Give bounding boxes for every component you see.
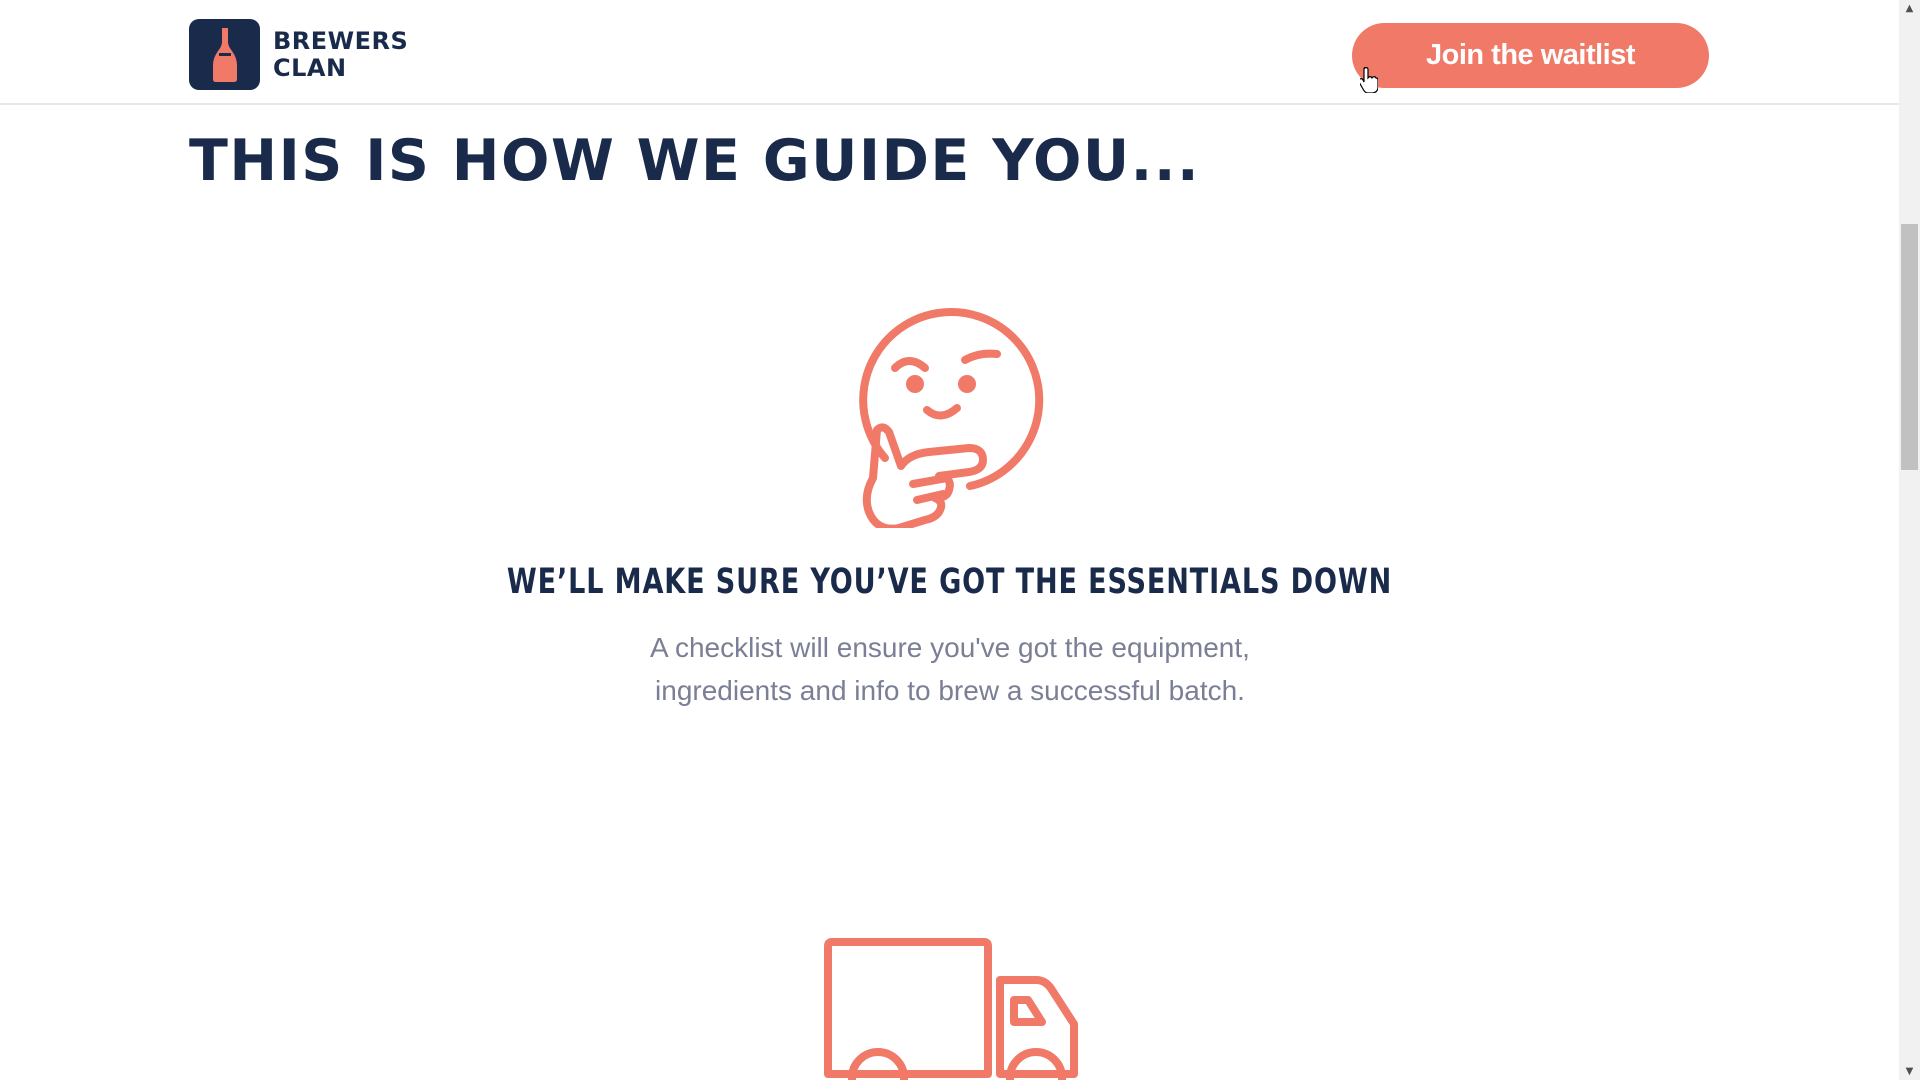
scroll-up-arrow-icon[interactable]: ▲	[1899, 0, 1920, 17]
section-title: THIS IS HOW WE GUIDE YOU...	[189, 128, 1201, 194]
page: BREWERS CLAN Join the waitlist THIS IS H…	[0, 0, 1920, 1080]
feature-heading: WE’LL MAKE SURE YOU’VE GOT THE ESSENTIAL…	[506, 562, 1393, 602]
feature-description: A checklist will ensure you've got the e…	[560, 626, 1340, 712]
feature-description-line1: A checklist will ensure you've got the e…	[650, 632, 1250, 663]
bottle-logo-icon	[189, 19, 260, 90]
hand-cursor-icon	[1360, 67, 1378, 93]
brand-name-line1: BREWERS	[273, 26, 409, 55]
feature-description-line2: ingredients and info to brew a successfu…	[655, 675, 1245, 706]
join-waitlist-button[interactable]: Join the waitlist	[1352, 23, 1709, 88]
scrollbar-thumb[interactable]	[1901, 224, 1918, 470]
scroll-down-arrow-icon[interactable]: ▼	[1899, 1063, 1920, 1080]
brand-name-line2: CLAN	[273, 53, 347, 82]
vertical-scrollbar[interactable]: ▲ ▼	[1899, 0, 1920, 1080]
thinking-face-icon	[859, 308, 1044, 528]
brand-name: BREWERS CLAN	[273, 26, 409, 82]
delivery-truck-icon	[824, 938, 1078, 1080]
site-header: BREWERS CLAN Join the waitlist	[0, 0, 1899, 105]
brand-logo-link[interactable]: BREWERS CLAN	[189, 19, 408, 90]
